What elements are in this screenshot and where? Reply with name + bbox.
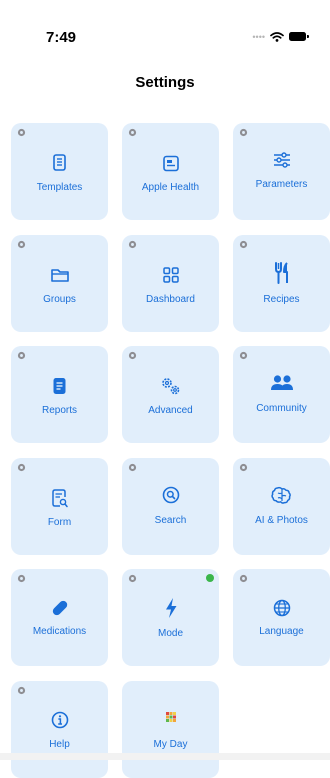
gear-icon[interactable]: [239, 240, 248, 249]
cellular-signal-icon: ••••: [252, 32, 265, 42]
tile-recipes[interactable]: Recipes: [233, 235, 330, 332]
tile-label: Groups: [43, 294, 76, 305]
pill-icon: [11, 597, 108, 619]
tile-label: Language: [259, 626, 304, 637]
status-time: 7:49: [46, 29, 77, 46]
info-icon: [11, 709, 108, 731]
report-icon: [11, 375, 108, 397]
tile-apple-health[interactable]: Apple Health: [122, 123, 219, 220]
tile-label: AI & Photos: [255, 515, 308, 526]
gear-icon[interactable]: [239, 128, 248, 137]
page-title: Settings: [135, 74, 195, 91]
tile-reports[interactable]: Reports: [11, 346, 108, 443]
tile-parameters[interactable]: Parameters: [233, 123, 330, 220]
form-search-icon: [11, 487, 108, 509]
grid-icon: [122, 264, 219, 286]
status-icons: ••••: [252, 31, 309, 42]
tile-label: Templates: [36, 182, 83, 193]
battery-icon: [289, 32, 309, 41]
gear-icon[interactable]: [17, 686, 26, 695]
active-check-icon: [206, 574, 214, 582]
tile-label: Advanced: [148, 405, 193, 416]
health-card-icon: [122, 152, 219, 174]
gear-icon[interactable]: [128, 351, 137, 360]
tile-label: Mode: [157, 628, 183, 639]
fork-knife-icon: [233, 262, 330, 284]
tile-advanced[interactable]: Advanced: [122, 346, 219, 443]
bottom-bar: [0, 753, 330, 760]
bolt-icon: [122, 597, 219, 619]
tile-label: Recipes: [263, 294, 300, 305]
people-icon: [233, 372, 330, 394]
tile-mode[interactable]: Mode: [122, 569, 219, 666]
gear-icon[interactable]: [17, 351, 26, 360]
tile-language[interactable]: Language: [233, 569, 330, 666]
tile-label: Apple Health: [141, 182, 200, 193]
tile-label: Form: [47, 517, 72, 528]
tile-label: Community: [256, 403, 307, 414]
tile-help[interactable]: Help: [11, 681, 108, 778]
tile-label: Medications: [32, 626, 87, 637]
tile-label: My Day: [153, 739, 188, 750]
globe-icon: [233, 597, 330, 619]
brain-icon: [233, 484, 330, 506]
gear-icon[interactable]: [17, 574, 26, 583]
gear-icon[interactable]: [128, 240, 137, 249]
tile-groups[interactable]: Groups: [11, 235, 108, 332]
tile-my-day[interactable]: My Day: [122, 681, 219, 778]
gear-icon[interactable]: [17, 240, 26, 249]
gear-icon[interactable]: [128, 463, 137, 472]
gears-icon: [122, 375, 219, 397]
gear-icon[interactable]: [239, 463, 248, 472]
tile-medications[interactable]: Medications: [11, 569, 108, 666]
gear-icon[interactable]: [17, 128, 26, 137]
tile-community[interactable]: Community: [233, 346, 330, 443]
gear-icon[interactable]: [239, 574, 248, 583]
document-icon: [11, 152, 108, 174]
tile-label: Search: [154, 515, 187, 526]
color-grid-icon: [122, 706, 219, 728]
tile-label: Parameters: [255, 179, 308, 190]
tile-label: Help: [49, 739, 70, 750]
gear-icon[interactable]: [239, 351, 248, 360]
folder-icon: [11, 264, 108, 286]
sliders-icon: [233, 149, 330, 171]
tile-templates[interactable]: Templates: [11, 123, 108, 220]
tile-ai-photos[interactable]: AI & Photos: [233, 458, 330, 555]
tile-dashboard[interactable]: Dashboard: [122, 235, 219, 332]
search-circle-icon: [122, 484, 219, 506]
tile-label: Dashboard: [146, 294, 195, 305]
gear-icon[interactable]: [128, 574, 137, 583]
wifi-icon: [270, 31, 284, 42]
gear-icon[interactable]: [17, 463, 26, 472]
tile-form[interactable]: Form: [11, 458, 108, 555]
tile-search[interactable]: Search: [122, 458, 219, 555]
status-bar: 7:49 ••••: [0, 0, 330, 70]
gear-icon[interactable]: [128, 128, 137, 137]
tile-label: Reports: [41, 405, 77, 416]
